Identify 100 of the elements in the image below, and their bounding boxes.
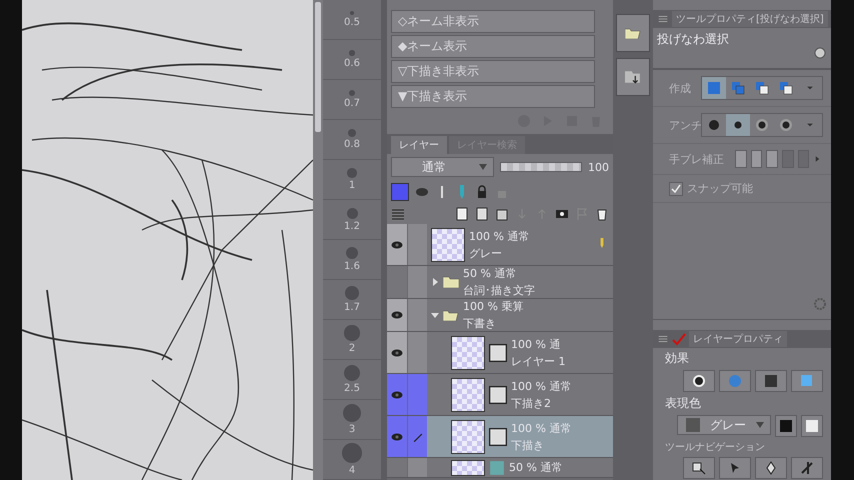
brush-dot-icon <box>343 404 361 422</box>
expand-arrow-icon[interactable] <box>431 311 439 319</box>
layer-row[interactable]: 100 % 通常 下描き <box>427 416 613 457</box>
layer-edit-cell[interactable] <box>407 266 427 298</box>
layer-row[interactable]: 100 % 通常 グレー <box>427 224 613 265</box>
layer-edit-cell[interactable] <box>407 458 427 477</box>
blend-mode-dropdown[interactable]: 通常 <box>391 157 494 177</box>
stabilization-segment[interactable] <box>750 150 762 168</box>
color-thumbnail-icon[interactable] <box>489 460 505 476</box>
section-label: ツールナビゲーション <box>664 441 766 455</box>
brush-size-item[interactable]: 4 <box>323 440 381 480</box>
layer-name: 下描き <box>511 438 545 452</box>
visibility-toggle[interactable] <box>387 224 407 265</box>
stabilization-segment[interactable] <box>766 150 778 168</box>
eye-icon[interactable] <box>391 311 403 319</box>
line-color-button[interactable] <box>775 415 797 437</box>
layer-opacity-blend: 50 % 通常 <box>463 266 518 281</box>
panel-tab[interactable]: ツールプロパティ[投げなわ選択] <box>672 11 828 27</box>
new-folder-icon[interactable] <box>495 207 509 221</box>
brush-dot-icon <box>345 286 359 300</box>
trash-icon[interactable] <box>595 207 609 221</box>
layer-row[interactable]: 100 % 通 レイヤー 1 <box>427 332 613 373</box>
tool-navigation-button[interactable] <box>683 457 715 479</box>
folder-import-icon[interactable] <box>625 69 641 85</box>
brush-dot-icon <box>349 50 355 56</box>
auto-action-item[interactable]: ▼下描き表示 <box>391 85 595 108</box>
settings-icon[interactable] <box>813 46 827 60</box>
paper-color-button[interactable] <box>801 415 823 437</box>
squares-icon[interactable] <box>755 81 769 95</box>
ring-icon[interactable] <box>692 374 706 388</box>
eye-icon[interactable] <box>391 348 403 356</box>
visibility-toggle[interactable] <box>387 332 407 373</box>
brush-dot-icon <box>342 443 362 463</box>
scrollbar-thumb[interactable] <box>315 2 321 132</box>
panel-tab[interactable]: レイヤープロパティ <box>689 331 787 347</box>
mask-thumbnail-icon[interactable] <box>489 428 507 446</box>
layer-color-swatch[interactable] <box>391 183 409 201</box>
new-vector-layer-icon[interactable] <box>475 207 489 221</box>
eye-icon[interactable] <box>391 390 403 398</box>
auto-action-item[interactable]: ◆ネーム表示 <box>391 35 595 58</box>
folder-icon <box>443 276 459 288</box>
menu-icon[interactable] <box>657 333 669 345</box>
mask-thumbnail-icon[interactable] <box>489 386 507 404</box>
visibility-toggle[interactable] <box>387 416 407 457</box>
dot-icon[interactable] <box>707 118 721 132</box>
swatch-icon[interactable] <box>805 419 819 433</box>
visibility-toggle[interactable] <box>387 266 407 298</box>
layer-edit-cell[interactable] <box>407 299 427 331</box>
layer-thumbnail <box>451 420 485 454</box>
visibility-toggle[interactable] <box>387 299 407 331</box>
lock-icon[interactable] <box>475 185 489 199</box>
swatch-icon[interactable] <box>779 419 793 433</box>
brush-dot-icon <box>346 246 358 260</box>
layer-name: 下描き2 <box>511 396 552 410</box>
antialias-button[interactable] <box>750 114 774 136</box>
pen-nib-icon[interactable] <box>764 461 778 475</box>
new-layer-icon[interactable] <box>455 207 469 221</box>
stabilization-segment[interactable] <box>734 150 747 168</box>
pen-icon[interactable] <box>412 430 424 442</box>
cube-cursor-icon[interactable] <box>692 461 706 475</box>
folder-icon <box>625 27 641 39</box>
layer-edit-cell[interactable] <box>407 374 427 415</box>
antialias-button[interactable] <box>726 114 750 136</box>
checkbox[interactable] <box>669 182 683 196</box>
check-icon[interactable] <box>672 332 686 346</box>
layer-thumbnail <box>431 228 465 262</box>
visibility-toggle[interactable] <box>387 374 407 415</box>
effect-button[interactable] <box>683 370 715 392</box>
layer-edit-cell[interactable] <box>407 332 427 373</box>
panel-tab[interactable]: レイヤー <box>391 136 447 154</box>
layer-row[interactable]: 50 % 通常 台詞･描き文字 <box>427 266 613 298</box>
antialias-button[interactable] <box>702 114 726 136</box>
dot-icon[interactable] <box>779 118 793 132</box>
expression-color-dropdown[interactable]: グレー <box>677 415 771 435</box>
layer-edit-cell[interactable] <box>407 224 427 265</box>
expand-arrow-icon[interactable] <box>431 278 439 286</box>
squares-icon[interactable] <box>779 81 793 95</box>
layer-edit-cell[interactable] <box>407 416 427 457</box>
auto-action-item[interactable]: ▽下描き非表示 <box>391 60 595 83</box>
open-folder-button[interactable] <box>616 14 650 52</box>
import-button[interactable] <box>616 58 650 96</box>
layer-row[interactable]: 50 % 通常 <box>427 458 613 477</box>
layer-row[interactable]: 100 % 乗算 下書き <box>427 299 613 331</box>
tool-navigation-button[interactable] <box>755 457 787 479</box>
brush-dot-icon <box>348 90 356 96</box>
layer-thumbnail <box>451 460 485 476</box>
mask-icon[interactable] <box>555 207 569 221</box>
visibility-toggle[interactable] <box>387 458 407 477</box>
section-label: 表現色 <box>664 395 702 412</box>
caret-icon <box>478 164 487 170</box>
layers-icon[interactable] <box>391 207 405 221</box>
menu-icon[interactable] <box>657 13 669 25</box>
mask-thumbnail-icon[interactable] <box>489 344 507 362</box>
layer-name: 台詞･描き文字 <box>463 283 535 298</box>
auto-action-item[interactable]: ◇ネーム非表示 <box>391 10 595 33</box>
eye-icon[interactable] <box>391 240 403 248</box>
dot-icon[interactable] <box>755 118 769 132</box>
eye-icon[interactable] <box>391 432 403 440</box>
layer-opacity-blend: 100 % 通常 <box>469 228 530 244</box>
layer-row[interactable]: 100 % 通常 下描き2 <box>427 374 613 415</box>
